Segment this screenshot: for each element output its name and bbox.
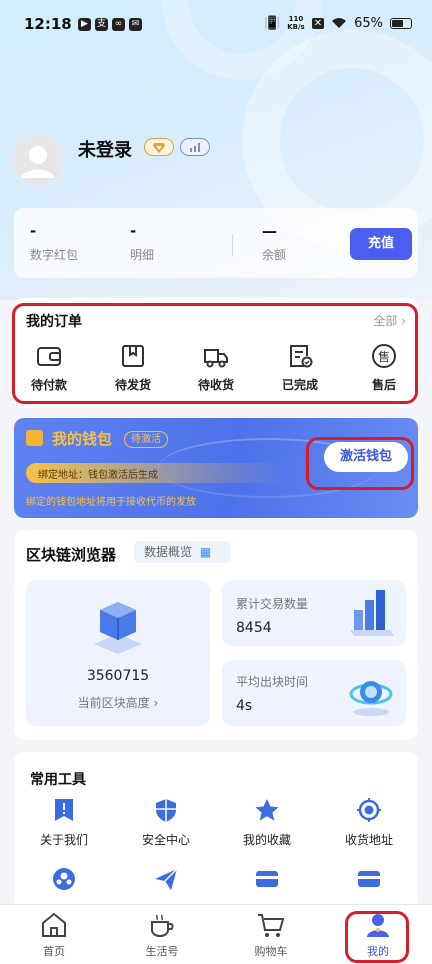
total-transactions-card[interactable]: [222, 580, 406, 646]
tab-home[interactable]: 首页: [14, 911, 94, 959]
timer-orbit-icon: [349, 681, 393, 716]
tool-row2-item[interactable]: [222, 866, 312, 892]
shield-icon: [156, 799, 176, 822]
card-icon: [358, 871, 380, 887]
clipboard-check-icon: [290, 345, 313, 368]
alipay-app-icon: 支: [95, 18, 108, 31]
chevron-right-icon: ›: [401, 314, 406, 328]
block-height-value: 3560715: [86, 668, 150, 684]
wallet-icon: [37, 347, 61, 366]
data-overview-button[interactable]: 数据概览 ▦: [134, 541, 230, 563]
tab-cart[interactable]: 购物车: [231, 911, 311, 959]
digital-red-packet[interactable]: - 数字红包: [30, 222, 78, 263]
location-icon: [357, 798, 381, 822]
tab-life[interactable]: 生活号: [122, 911, 202, 959]
wallet-title: 我的钱包: [52, 430, 113, 448]
paper-plane-icon: [155, 868, 178, 890]
tool-security-center[interactable]: 安全中心: [121, 797, 211, 848]
tool-row2-item[interactable]: [19, 866, 109, 892]
profile-icon: [367, 914, 389, 937]
vip-badge[interactable]: [144, 138, 174, 156]
block-height-label[interactable]: 当前区块高度 ›: [26, 694, 210, 711]
diamond-icon: [153, 143, 165, 153]
chart-icon: ▦: [199, 545, 212, 559]
username[interactable]: 未登录: [78, 136, 132, 162]
message-app-icon: ✉: [129, 18, 142, 31]
battery-icon: [390, 17, 412, 29]
star-icon: [255, 799, 279, 821]
order-after-sale[interactable]: 售 售后: [348, 342, 420, 393]
vibrate-icon: 📳: [264, 15, 281, 31]
order-completed[interactable]: 已完成: [264, 342, 336, 393]
status-bar: 12:18 ▶ 支 ∞ ✉ 📳 110 KB/s ✕ 65%: [0, 0, 432, 52]
orders-all-link[interactable]: 全部 ›: [373, 312, 406, 329]
cart-icon: [258, 914, 285, 937]
truck-icon: [204, 349, 228, 368]
tool-row2-item[interactable]: [121, 866, 211, 892]
chevron-right-icon: ›: [153, 696, 159, 710]
home-icon: [42, 912, 66, 937]
recharge-button[interactable]: 充值: [350, 228, 412, 260]
avg-block-time-label: 平均出块时间: [236, 675, 309, 689]
details-link[interactable]: - 明细: [130, 222, 154, 263]
battery-percent: 65%: [354, 15, 383, 31]
network-speed: 110 KB/s: [287, 15, 305, 31]
avatar[interactable]: [12, 134, 64, 186]
orders-title: 我的订单: [26, 314, 82, 330]
avg-block-time-value: 4s: [236, 698, 253, 714]
order-pending-shipment[interactable]: 待发货: [97, 342, 169, 393]
tool-shipping-address[interactable]: 收货地址: [324, 797, 414, 848]
after-sale-icon: 售: [372, 344, 396, 368]
status-right: 📳 110 KB/s ✕ 65%: [264, 15, 412, 31]
order-pending-receipt[interactable]: 待收货: [180, 342, 252, 393]
activate-wallet-button[interactable]: 激活钱包: [324, 442, 408, 472]
notification-icons: ▶ 支 ∞ ✉: [78, 18, 142, 31]
bookmark-alert-icon: [55, 799, 73, 821]
total-transactions-value: 8454: [236, 620, 272, 636]
order-pending-payment[interactable]: 待付款: [13, 342, 85, 393]
status-time: 12:18: [24, 15, 72, 33]
user-silhouette-icon: [12, 134, 64, 186]
bar-chart-3d-icon: [350, 590, 394, 636]
tool-favorites[interactable]: 我的收藏: [222, 797, 312, 848]
signal-bars-icon: [190, 143, 200, 152]
avg-block-time-card[interactable]: [222, 660, 406, 726]
card-icon: [256, 871, 278, 887]
sim-icon: ✕: [311, 17, 325, 29]
tool-about-us[interactable]: 关于我们: [19, 797, 109, 848]
tools-title: 常用工具: [30, 772, 86, 788]
divider: [232, 234, 233, 256]
server-cube-icon: [94, 602, 142, 654]
level-badge[interactable]: [180, 138, 210, 156]
tool-row2-item[interactable]: [324, 866, 414, 892]
wallet-note: 绑定的钱包地址将用于接收代币的发放: [26, 497, 196, 508]
link-app-icon: ∞: [112, 18, 125, 31]
coffee-icon: [151, 914, 174, 938]
balance-amount[interactable]: — 余额: [262, 222, 286, 263]
wifi-icon: [332, 18, 347, 28]
tab-mine[interactable]: 我的: [338, 911, 418, 959]
bottom-tab-bar: 首页 生活号 购物车 我的: [0, 904, 432, 964]
video-app-icon: ▶: [78, 18, 91, 31]
svg-text:售: 售: [378, 349, 390, 364]
total-transactions-label: 累计交易数量: [236, 597, 309, 611]
blockchain-title: 区块链浏览器: [26, 546, 117, 564]
wallet-icon: [26, 430, 43, 446]
wallet-status-badge: 待激活: [124, 431, 168, 448]
bind-address-text: 绑定地址：钱包激活后生成: [38, 470, 158, 481]
people-circle-icon: [53, 868, 75, 890]
package-icon: [122, 345, 144, 367]
